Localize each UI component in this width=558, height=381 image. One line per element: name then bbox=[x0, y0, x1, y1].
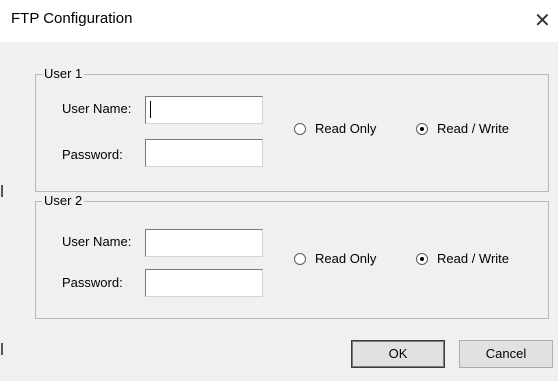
ftp-configuration-dialog: FTP Configuration ✕ User 1 User Name: Pa… bbox=[0, 0, 558, 381]
ok-button[interactable]: OK bbox=[351, 340, 445, 368]
background-edge-mark bbox=[1, 343, 3, 355]
user-1-read-write-radio[interactable]: Read / Write bbox=[416, 121, 509, 136]
radio-selected-icon bbox=[416, 252, 428, 265]
cancel-button[interactable]: Cancel bbox=[459, 340, 553, 368]
background-edge-mark bbox=[1, 185, 3, 197]
group-legend: User 1 bbox=[42, 66, 85, 81]
user-2-group: User 2 User Name: Password: Read Only Re… bbox=[35, 193, 549, 319]
username-label: User Name: bbox=[62, 234, 132, 249]
user-2-read-only-radio[interactable]: Read Only bbox=[294, 251, 376, 266]
password-label: Password: bbox=[62, 147, 123, 162]
user-2-read-write-radio[interactable]: Read / Write bbox=[416, 251, 509, 266]
title-bar[interactable]: FTP Configuration ✕ bbox=[0, 0, 558, 42]
user-1-read-only-radio[interactable]: Read Only bbox=[294, 121, 376, 136]
user-1-username-field[interactable] bbox=[145, 96, 263, 124]
radio-unselected-icon bbox=[294, 122, 306, 135]
radio-selected-icon bbox=[416, 122, 428, 135]
close-icon[interactable]: ✕ bbox=[534, 10, 558, 32]
text-caret bbox=[150, 101, 151, 118]
radio-unselected-icon bbox=[294, 252, 306, 265]
user-1-group: User 1 User Name: Password: Read Only Re… bbox=[35, 66, 549, 192]
username-label: User Name: bbox=[62, 101, 132, 116]
dialog-title: FTP Configuration bbox=[11, 10, 133, 27]
user-2-username-field[interactable] bbox=[145, 229, 263, 257]
group-legend: User 2 bbox=[42, 193, 85, 208]
user-1-password-field[interactable] bbox=[145, 139, 263, 167]
password-label: Password: bbox=[62, 275, 123, 290]
user-2-password-field[interactable] bbox=[145, 269, 263, 297]
